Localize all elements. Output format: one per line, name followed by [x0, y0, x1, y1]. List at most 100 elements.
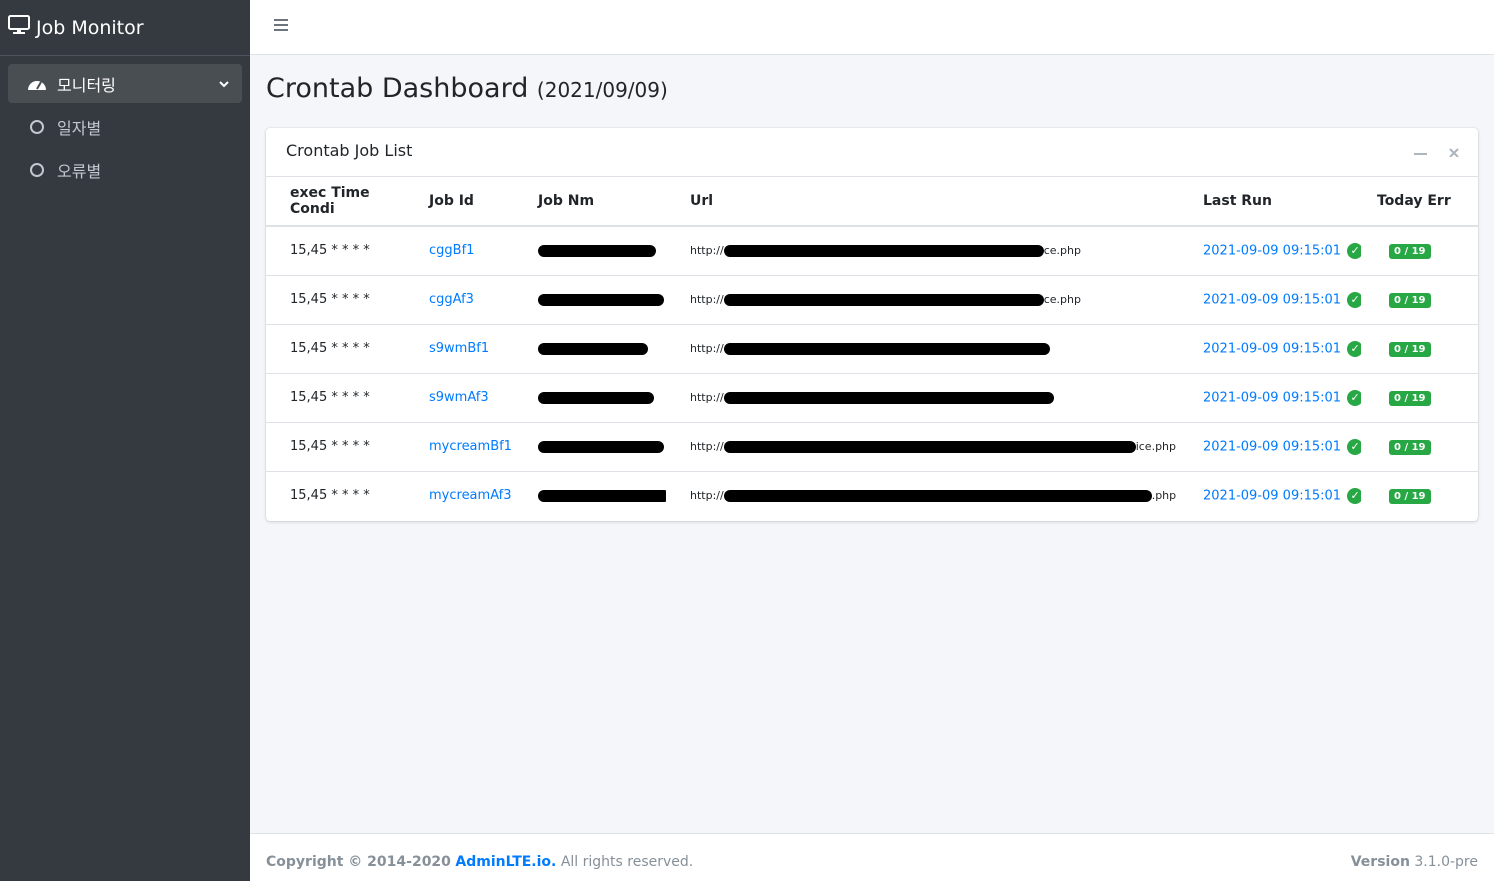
error-count-badge[interactable]: 0 / 19	[1389, 243, 1431, 259]
last-run-link[interactable]: 2021-09-09 09:15:01	[1203, 439, 1341, 454]
check-circle-icon: ✓	[1347, 340, 1361, 357]
close-icon[interactable]	[1448, 142, 1460, 161]
column-header[interactable]: Job Id	[405, 177, 514, 227]
redaction-mark	[538, 293, 664, 306]
url-prefix: http://	[690, 440, 724, 453]
exec-time-cell: 15,45 * * * *	[266, 421, 405, 471]
check-circle-icon: ✓	[1347, 487, 1361, 504]
job-id-link[interactable]: mycreamAf3	[405, 470, 514, 520]
last-run-link[interactable]: 2021-09-09 09:15:01	[1203, 488, 1341, 503]
collapse-icon[interactable]	[1414, 142, 1428, 161]
table-row: 15,45 * * * * cggBf1 http:// ce.php 2021-…	[266, 225, 1478, 275]
last-run-cell: 2021-09-09 09:15:01 ✓	[1179, 470, 1361, 520]
sidebar-item-daily[interactable]: 일자별	[8, 107, 242, 146]
table-row: 15,45 * * * * s9wmBf1 http:// 2021-09-09…	[266, 323, 1478, 373]
redaction-mark	[538, 391, 654, 404]
url-prefix: http://	[690, 391, 724, 404]
redaction-mark	[538, 342, 648, 355]
circle-icon	[26, 162, 48, 177]
column-header[interactable]: Job Nm	[514, 177, 666, 227]
menu-toggle-icon[interactable]	[274, 19, 288, 34]
footer-version: Version 3.1.0-pre	[1351, 854, 1478, 870]
chevron-down-icon	[218, 74, 230, 93]
table-row: 15,45 * * * * mycreamAf3 http:// .php 202…	[266, 470, 1478, 520]
version-number: 3.1.0-pre	[1414, 854, 1478, 870]
redaction-mark	[723, 245, 1044, 258]
check-circle-icon: ✓	[1347, 389, 1361, 406]
last-run-cell: 2021-09-09 09:15:01 ✓	[1179, 323, 1361, 373]
url-suffix: ce.php	[1043, 293, 1081, 306]
url-cell: http://	[666, 323, 1179, 373]
check-circle-icon: ✓	[1347, 438, 1361, 455]
column-header[interactable]: Last Run	[1179, 177, 1361, 227]
error-count-badge[interactable]: 0 / 19	[1389, 292, 1431, 308]
url-prefix: http://	[690, 342, 724, 355]
redaction-mark	[538, 244, 656, 257]
sidebar-item-label: 일자별	[57, 118, 102, 138]
version-label: Version	[1350, 854, 1410, 870]
circle-icon	[26, 119, 48, 134]
sidebar-item-label: 오류별	[57, 161, 102, 181]
last-run-cell: 2021-09-09 09:15:01 ✓	[1179, 421, 1361, 471]
column-header[interactable]: exec Time Condi	[266, 177, 405, 227]
job-name-cell	[514, 421, 666, 471]
today-err-cell: 0 / 19	[1361, 421, 1478, 471]
error-count-badge[interactable]: 0 / 19	[1389, 390, 1431, 406]
job-id-link[interactable]: s9wmAf3	[405, 372, 514, 422]
sidebar-item-errors[interactable]: 오류별	[8, 150, 242, 189]
table-row: 15,45 * * * * s9wmAf3 http:// 2021-09-09…	[266, 372, 1478, 422]
job-name-cell	[514, 225, 666, 275]
table-header-row: exec Time Condi Job Id Job Nm Url Last R…	[266, 177, 1478, 227]
error-count-badge[interactable]: 0 / 19	[1389, 341, 1431, 357]
page-title-text: Crontab Dashboard	[266, 73, 529, 104]
today-err-cell: 0 / 19	[1361, 225, 1478, 275]
redaction-mark	[723, 441, 1136, 453]
sidebar: Job Monitor 모니터링 일자별 오류별	[0, 0, 250, 881]
last-run-link[interactable]: 2021-09-09 09:15:01	[1203, 390, 1341, 405]
redaction-mark	[723, 490, 1152, 503]
today-err-cell: 0 / 19	[1361, 372, 1478, 422]
footer-copyright: Copyright © 2014-2020 AdminLTE.io. All r…	[266, 854, 693, 870]
last-run-link[interactable]: 2021-09-09 09:15:01	[1203, 292, 1341, 307]
sidebar-nav: 모니터링 일자별 오류별	[0, 56, 250, 201]
job-name-cell	[514, 274, 666, 324]
last-run-cell: 2021-09-09 09:15:01 ✓	[1179, 372, 1361, 422]
job-id-link[interactable]: mycreamBf1	[405, 421, 514, 471]
job-id-link[interactable]: s9wmBf1	[405, 323, 514, 373]
sidebar-item-monitoring[interactable]: 모니터링	[8, 64, 242, 103]
redaction-mark	[538, 489, 666, 502]
url-prefix: http://	[690, 244, 724, 258]
job-name-cell	[514, 470, 666, 520]
exec-time-cell: 15,45 * * * *	[266, 470, 405, 520]
url-cell: http:// ice.php	[666, 421, 1179, 471]
adminlte-link[interactable]: AdminLTE.io.	[455, 854, 556, 870]
url-cell: http:// ce.php	[666, 225, 1179, 275]
job-id-link[interactable]: cggAf3	[405, 274, 514, 324]
today-err-cell: 0 / 19	[1361, 274, 1478, 324]
url-suffix: ce.php	[1043, 244, 1081, 258]
page-title-date: (2021/09/09)	[536, 78, 668, 102]
column-header[interactable]: Today Err	[1361, 177, 1478, 227]
last-run-link[interactable]: 2021-09-09 09:15:01	[1203, 341, 1341, 356]
url-suffix: ice.php	[1135, 440, 1177, 453]
job-table: exec Time Condi Job Id Job Nm Url Last R…	[266, 177, 1478, 520]
exec-time-cell: 15,45 * * * *	[266, 323, 405, 373]
column-header[interactable]: Url	[666, 177, 1179, 227]
job-id-link[interactable]: cggBf1	[405, 225, 514, 275]
check-circle-icon: ✓	[1347, 291, 1361, 308]
url-suffix: .php	[1151, 489, 1177, 503]
monitor-icon	[8, 15, 30, 40]
check-circle-icon: ✓	[1347, 242, 1361, 259]
table-row: 15,45 * * * * cggAf3 http:// ce.php 2021-…	[266, 274, 1478, 324]
last-run-link[interactable]: 2021-09-09 09:15:01	[1203, 243, 1341, 258]
top-navbar	[250, 0, 1494, 55]
error-count-badge[interactable]: 0 / 19	[1389, 439, 1431, 455]
exec-time-cell: 15,45 * * * *	[266, 225, 405, 275]
error-count-badge[interactable]: 0 / 19	[1389, 488, 1431, 504]
card-header: Crontab Job List	[266, 128, 1478, 177]
last-run-cell: 2021-09-09 09:15:01 ✓	[1179, 274, 1361, 324]
redaction-mark	[723, 392, 1054, 404]
copyright-text: Copyright © 2014-2020	[266, 854, 451, 870]
url-prefix: http://	[690, 489, 724, 503]
brand-link[interactable]: Job Monitor	[0, 0, 250, 56]
